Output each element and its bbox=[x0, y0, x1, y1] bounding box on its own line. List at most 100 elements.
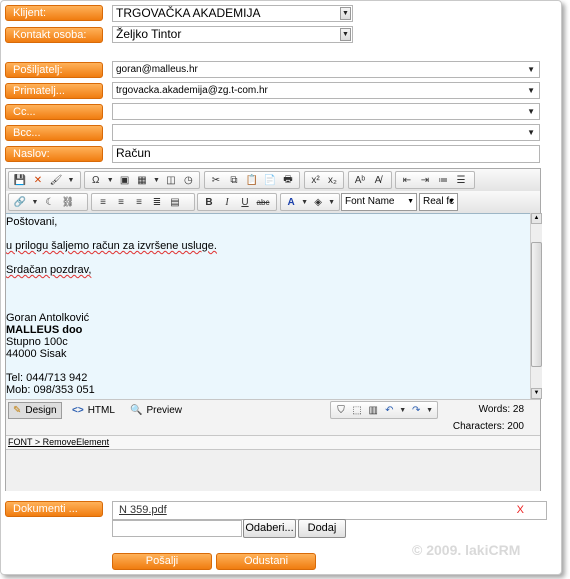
add-button[interactable]: Dodaj bbox=[298, 519, 346, 538]
word-count: Words: 28 bbox=[478, 404, 524, 415]
font-name-value: Font Name bbox=[345, 196, 395, 207]
file-path-input[interactable] bbox=[112, 520, 242, 537]
chevron-down-icon[interactable]: ▼ bbox=[340, 28, 351, 41]
chevron-down-icon[interactable]: ▼ bbox=[30, 194, 40, 210]
editor-resize-area[interactable] bbox=[6, 449, 540, 491]
body-line: Tel: 044/713 942 bbox=[6, 372, 88, 384]
align-right-icon[interactable]: ≡ bbox=[131, 194, 147, 210]
chevron-down-icon[interactable]: ▼ bbox=[425, 402, 434, 418]
chevron-down-icon[interactable]: ▼ bbox=[300, 194, 309, 210]
toolbar-row-2: 🔗 ▼ ☾ ⛓ ≡ ≡ ≡ ≣ ▤ B I U abc A ▼ ◈ ▼ Font… bbox=[6, 191, 540, 213]
scroll-up-icon[interactable]: ▲ bbox=[531, 213, 542, 224]
browse-button[interactable]: Odaberi... bbox=[243, 519, 296, 538]
tab-preview[interactable]: 🔍 Preview bbox=[126, 402, 186, 419]
klijent-select[interactable]: TRGOVAČKA AKADEMIJA ▼ bbox=[112, 5, 353, 22]
body-line bbox=[6, 288, 530, 300]
cc-select[interactable]: ▼ bbox=[112, 103, 540, 120]
bcc-button[interactable]: Bcc... bbox=[5, 125, 103, 141]
strikethrough-icon[interactable]: abc bbox=[255, 194, 271, 210]
link-icon[interactable]: 🔗 bbox=[12, 194, 28, 210]
superscript-icon[interactable]: x² bbox=[308, 172, 323, 188]
attachment-link[interactable]: N 359.pdf bbox=[119, 504, 167, 516]
body-line: Stupno 100c bbox=[6, 336, 68, 348]
element-path-text[interactable]: FONT > RemoveElement bbox=[8, 437, 109, 447]
highlight-icon[interactable]: ◈ bbox=[311, 194, 325, 210]
tab-html[interactable]: <> HTML bbox=[68, 402, 119, 419]
save-icon[interactable]: 💾 bbox=[12, 172, 28, 188]
cut-icon[interactable]: ✂ bbox=[208, 172, 224, 188]
chevron-down-icon[interactable]: ▼ bbox=[340, 7, 351, 20]
cancel-button[interactable]: Odustani bbox=[216, 553, 316, 570]
body-line: 44000 Sisak bbox=[6, 348, 67, 360]
table-icon[interactable]: ▦ bbox=[134, 172, 149, 188]
italic-icon[interactable]: I bbox=[219, 194, 235, 210]
chevron-down-icon[interactable]: ▼ bbox=[527, 104, 535, 119]
naslov-value: Račun bbox=[116, 146, 151, 160]
chevron-down-icon[interactable]: ▼ bbox=[398, 402, 407, 418]
paste-icon[interactable]: 📋 bbox=[244, 172, 260, 188]
font-name-select[interactable]: Font Name ▼ bbox=[341, 193, 417, 211]
bold-icon[interactable]: B bbox=[201, 194, 217, 210]
primatelj-button[interactable]: Primatelj... bbox=[5, 83, 103, 99]
format-brush-icon[interactable]: 🖌 bbox=[48, 172, 64, 188]
bcc-select[interactable]: ▼ bbox=[112, 124, 540, 141]
undo-icon[interactable]: ↶ bbox=[382, 402, 396, 418]
remove-format-icon[interactable]: A̸ bbox=[370, 172, 386, 188]
chevron-down-icon[interactable]: ▼ bbox=[527, 125, 535, 140]
spellcheck-icon[interactable]: Aᵇ bbox=[352, 172, 368, 188]
chevron-down-icon[interactable]: ▼ bbox=[527, 83, 535, 98]
copy-icon[interactable]: ⧉ bbox=[226, 172, 242, 188]
chevron-down-icon[interactable]: ▼ bbox=[66, 172, 76, 188]
redo-icon[interactable]: ↷ bbox=[409, 402, 423, 418]
align-justify-icon[interactable]: ≣ bbox=[149, 194, 165, 210]
naslov-label: Naslov: bbox=[5, 146, 103, 162]
chevron-down-icon[interactable]: ▼ bbox=[448, 194, 455, 210]
font-color-icon[interactable]: A bbox=[284, 194, 298, 210]
bullet-list-icon[interactable]: ☰ bbox=[453, 172, 469, 188]
indent-icon[interactable]: ⇥ bbox=[417, 172, 433, 188]
kontakt-select[interactable]: Željko Tintor ▼ bbox=[112, 26, 353, 43]
body-line bbox=[6, 360, 530, 372]
align-left-icon[interactable]: ≡ bbox=[95, 194, 111, 210]
align-center-icon[interactable]: ≡ bbox=[113, 194, 129, 210]
properties-icon[interactable]: ▥ bbox=[366, 402, 380, 418]
chevron-down-icon[interactable]: ▼ bbox=[527, 62, 535, 77]
image-icon[interactable]: ▣ bbox=[117, 172, 132, 188]
select-all-icon[interactable]: ⬚ bbox=[350, 402, 364, 418]
clear-icon[interactable]: ✕ bbox=[30, 172, 46, 188]
naslov-input[interactable]: Račun bbox=[112, 145, 540, 163]
print-icon[interactable]: 🖶 bbox=[280, 172, 296, 188]
posiljatelj-select[interactable]: goran@malleus.hr ▼ bbox=[112, 61, 540, 78]
subscript-icon[interactable]: x₂ bbox=[325, 172, 340, 188]
paste-text-icon[interactable]: 📄 bbox=[262, 172, 278, 188]
moon-icon[interactable]: ☾ bbox=[42, 194, 58, 210]
tab-design[interactable]: ✎ Design bbox=[8, 402, 62, 419]
dokumenti-button[interactable]: Dokumenti ... bbox=[5, 501, 103, 517]
chevron-down-icon[interactable]: ▼ bbox=[407, 194, 414, 210]
unlink-icon[interactable]: ⛓ bbox=[60, 194, 76, 210]
chevron-down-icon[interactable]: ▼ bbox=[327, 194, 336, 210]
form-icon[interactable]: ◫ bbox=[163, 172, 178, 188]
code-icon: <> bbox=[72, 405, 84, 416]
toolbar-group-script: x² x₂ bbox=[304, 171, 344, 189]
clock-icon[interactable]: ◷ bbox=[181, 172, 196, 188]
toolbar-row-1: 💾 ✕ 🖌 ▼ Ω ▼ ▣ ▦ ▼ ◫ ◷ ✂ ⧉ 📋 📄 🖶 x² x₂ Aᵇ… bbox=[6, 169, 540, 191]
cc-button[interactable]: Cc... bbox=[5, 104, 103, 120]
underline-icon[interactable]: U bbox=[237, 194, 253, 210]
remove-attachment-icon[interactable]: X bbox=[517, 502, 524, 519]
primatelj-select[interactable]: trgovacka.akademija@zg.t-com.hr ▼ bbox=[112, 82, 540, 99]
module-icon[interactable]: ⛉ bbox=[334, 402, 348, 418]
hr-icon[interactable]: ▤ bbox=[167, 194, 183, 210]
chevron-down-icon[interactable]: ▼ bbox=[105, 172, 115, 188]
editor-content[interactable]: Poštovani, u prilogu šaljemo račun za iz… bbox=[6, 213, 530, 399]
scroll-thumb[interactable] bbox=[531, 242, 542, 367]
numbered-list-icon[interactable]: ≔ bbox=[435, 172, 451, 188]
chevron-down-icon[interactable]: ▼ bbox=[152, 172, 162, 188]
font-size-select[interactable]: Real fc ▼ bbox=[419, 193, 458, 211]
outdent-icon[interactable]: ⇤ bbox=[399, 172, 415, 188]
send-button[interactable]: Pošalji bbox=[112, 553, 212, 570]
editor-scrollbar[interactable]: ▲ ▼ bbox=[530, 213, 542, 399]
scroll-down-icon[interactable]: ▼ bbox=[531, 388, 542, 399]
body-line: u prilogu šaljemo račun za izvršene uslu… bbox=[6, 240, 217, 252]
symbol-icon[interactable]: Ω bbox=[88, 172, 103, 188]
